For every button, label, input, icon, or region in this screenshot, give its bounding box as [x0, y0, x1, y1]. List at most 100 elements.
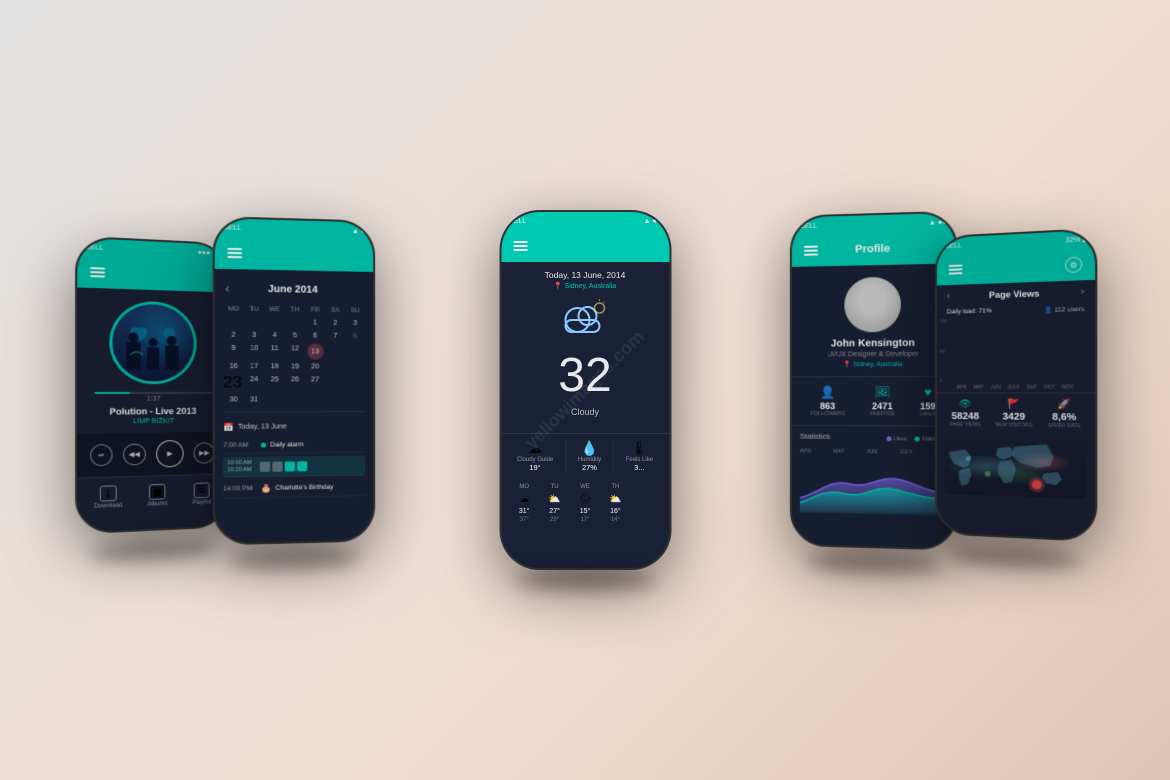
cal-cell[interactable] [325, 374, 345, 392]
cal-cell[interactable] [345, 362, 365, 373]
phone2-menu-icon[interactable] [227, 248, 242, 258]
cal-cell[interactable]: 31 [244, 394, 265, 405]
next-page-button[interactable]: › [1081, 286, 1085, 297]
schedule-item-alarm[interactable]: 7:00 AM Daily alarm [223, 437, 365, 454]
statistics-section: Statistics Likes Followers [792, 426, 955, 522]
phone2-header [215, 236, 373, 272]
song-info: Polution - Live 2013 LIMP BIZKIT [77, 402, 227, 430]
cal-cell[interactable]: 5 [285, 330, 305, 341]
prev-page-button[interactable]: ‹ [947, 291, 950, 302]
phone4-menu-icon[interactable] [804, 246, 818, 256]
cal-cell[interactable]: 3 [345, 318, 365, 329]
phone4-carrier: BELL [800, 222, 817, 229]
schedule-item-birthday[interactable]: 14:00 PM 🎂 Charlotte's Birthday [223, 478, 365, 498]
phone4-icons: ▲ ●● [929, 219, 947, 227]
cal-cell[interactable] [264, 317, 284, 328]
album-art-ring [109, 300, 196, 384]
cal-cell[interactable]: 10 [244, 343, 265, 359]
cal-cell[interactable]: 26 [285, 374, 305, 392]
low-th: 14° [600, 517, 630, 523]
phone3-menu-icon[interactable] [513, 241, 527, 251]
cal-cell[interactable]: 2 [325, 318, 345, 329]
cal-cell[interactable]: 2 [223, 330, 244, 341]
weather-location: 📍 Sidney, Australia [511, 282, 659, 290]
prev-button[interactable]: ◀◀ [123, 444, 145, 466]
prev-month-button[interactable]: ‹ [225, 281, 229, 295]
cal-cell[interactable]: 11 [264, 343, 284, 359]
x-label-oct: OCT [1044, 385, 1055, 391]
cal-cell[interactable] [325, 344, 345, 360]
today-label: Today, 13 June [238, 423, 287, 430]
cal-cell[interactable]: 12 [285, 343, 305, 359]
cal-cell[interactable] [345, 375, 365, 393]
cal-cell[interactable]: 3 [244, 330, 265, 341]
cal-cell[interactable]: 1 [305, 318, 325, 329]
phone5-carrier: BELL [945, 242, 962, 249]
followers-legend-dot [915, 437, 920, 442]
cal-cell[interactable]: 4 [264, 330, 284, 341]
month-navigation: ‹ June 2014 [223, 277, 365, 301]
speed-rate-icon: 🚀 [1048, 399, 1081, 410]
cal-cell[interactable]: 25 [264, 374, 284, 392]
day-th: TH [285, 306, 305, 313]
cal-cell[interactable]: 27 [305, 374, 325, 392]
followers-value: 863 [810, 401, 845, 411]
cal-cell[interactable] [223, 317, 244, 328]
low-we: 17° [570, 517, 600, 523]
alarm-time: 7:00 AM [223, 442, 257, 449]
temperature-display: 32 [511, 350, 659, 403]
likes-legend: Likes [886, 436, 907, 442]
chart-x-labels: APR MAY JUN JULY SEP OCT NOV [937, 383, 1095, 393]
cal-cell[interactable]: 19 [285, 361, 305, 372]
phone2-carrier: BELL [223, 224, 241, 232]
phone3-icons: ▲ ●● [644, 218, 661, 225]
menu-icon[interactable] [90, 267, 105, 277]
cal-cell[interactable] [244, 317, 265, 328]
cal-cell[interactable]: 24 [244, 374, 265, 392]
nav-playlist[interactable]: ≡ Playlist [192, 482, 211, 506]
phone5-menu-icon[interactable] [949, 265, 963, 275]
cal-cell[interactable]: 6 [305, 331, 325, 342]
analytics-screen: ‹ Page Views › Daily load: 71% 👤 112 use… [937, 280, 1095, 540]
profile-screen: John Kensington UI/UX Designer & Develop… [792, 263, 955, 548]
temp-mo: 31° [509, 508, 539, 515]
cal-cell[interactable]: 16 [223, 361, 244, 372]
weather-icon [511, 298, 659, 346]
cal-cell[interactable]: 20 [305, 361, 325, 372]
settings-icon[interactable]: ⚙ [1065, 256, 1082, 273]
cal-cell[interactable] [285, 317, 305, 328]
cal-cell[interactable]: 8 [345, 331, 365, 342]
cal-cell[interactable]: 30 [223, 394, 244, 405]
nav-download[interactable]: ↓ Download [94, 485, 122, 510]
day-mo: MO [223, 305, 244, 312]
speed-rate-metric: 🚀 8,6% SPEED RATE [1048, 399, 1081, 429]
song-artist: LIMP BIZKIT [85, 418, 219, 426]
weather-condition: Cloudy [511, 407, 659, 417]
speed-rate-label: SPEED RATE [1048, 423, 1081, 429]
schedule-item-active[interactable]: 10:00 AM 10:20 AM [223, 456, 365, 478]
new-visitors-icon: 🚩 [995, 399, 1032, 410]
cal-cell[interactable]: 7 [325, 331, 345, 342]
nav-albums[interactable]: ▣ Albums [147, 484, 168, 508]
cal-cell[interactable] [345, 344, 365, 360]
photos-icon: 🖼 [870, 385, 894, 399]
users-icon: 👤 [1044, 307, 1052, 314]
shuffle-button[interactable]: ⇌ [90, 444, 113, 466]
phone1-header [77, 256, 227, 293]
cal-cell-highlight[interactable]: 13 [307, 343, 323, 359]
new-visitors-metric: 🚩 3429 NEW VISITORS [995, 399, 1032, 428]
world-map-section [937, 433, 1095, 505]
play-button[interactable]: ▶ [156, 440, 184, 468]
cal-today[interactable]: 23 [223, 374, 244, 392]
likes-legend-dot [886, 436, 891, 441]
month-title: June 2014 [268, 283, 318, 295]
cal-cell[interactable] [325, 362, 345, 373]
playlist-icon: ≡ [194, 482, 210, 498]
schedule-section: 📅 Today, 13 June 7:00 AM Daily alarm 10:… [223, 418, 365, 503]
cal-cell[interactable]: 9 [223, 343, 244, 359]
page-views-icon: 👁 [950, 399, 981, 410]
day-fr: FR [305, 307, 325, 314]
cal-cell[interactable]: 18 [264, 361, 284, 372]
temp-we: 15° [570, 508, 600, 515]
cal-cell[interactable]: 17 [244, 361, 265, 372]
